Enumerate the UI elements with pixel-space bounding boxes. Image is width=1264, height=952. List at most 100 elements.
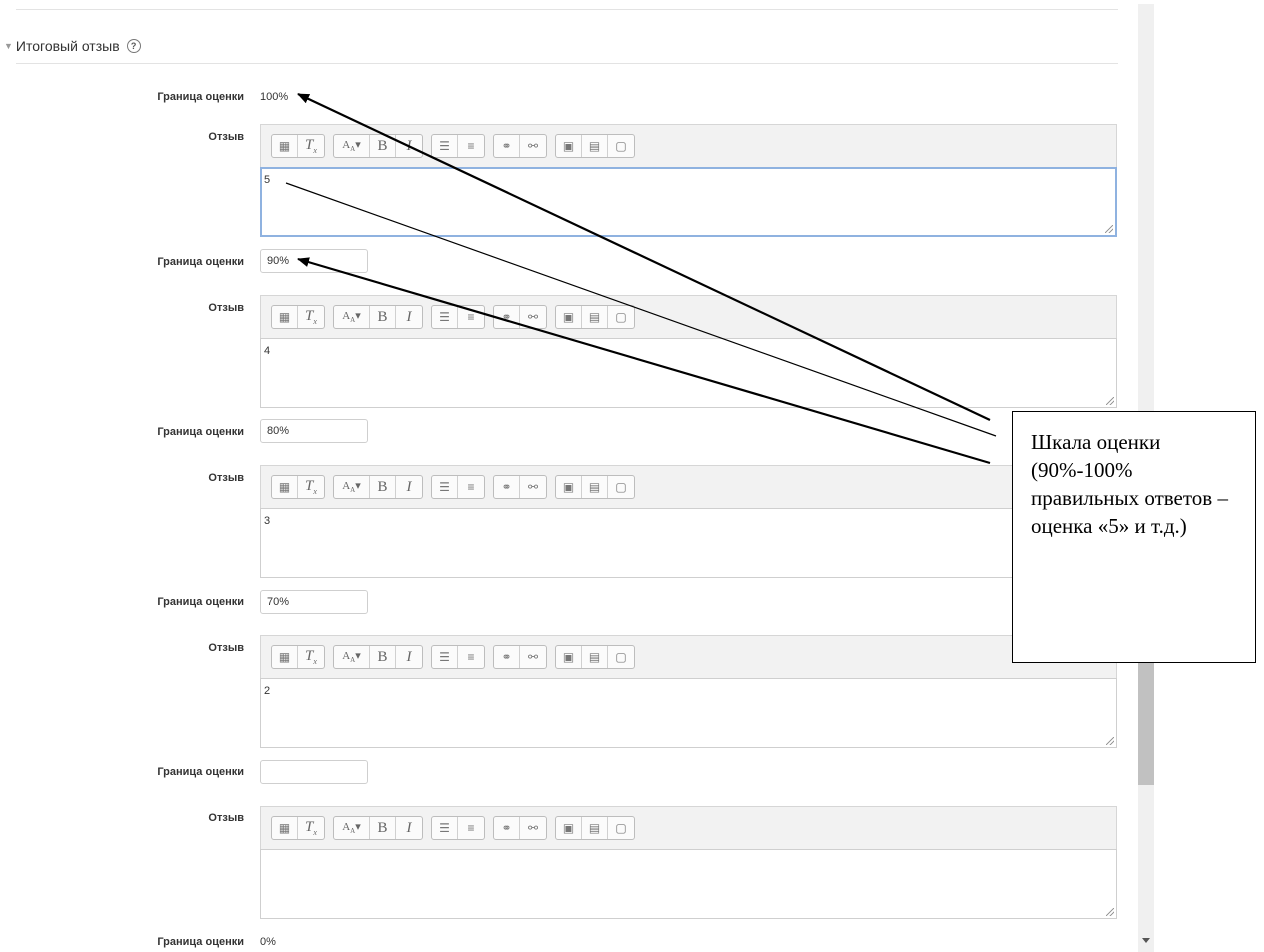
bold-icon[interactable]: B [370,306,396,328]
image-icon[interactable]: ▣ [556,646,582,668]
collapse-icon[interactable]: ▦ [272,646,298,668]
unordered-list-icon[interactable]: ☰ [432,646,458,668]
italic-icon[interactable]: I [396,135,422,157]
paste-icon[interactable]: ▢ [608,817,634,839]
ordered-list-icon[interactable]: ≡ [458,476,484,498]
editor-toolbar: ▦ Tx AA▾ B I ☰ ≡ ⚭ ⚯ ▣ ▤ ▢ [260,124,1117,168]
bold-icon[interactable]: B [370,476,396,498]
feedback-label: Отзыв [208,642,244,654]
bold-icon[interactable]: B [370,135,396,157]
image-icon[interactable]: ▣ [556,306,582,328]
clear-formatting-icon[interactable]: Tx [298,646,324,668]
unordered-list-icon[interactable]: ☰ [432,476,458,498]
boundary-label: Граница оценки [157,766,244,778]
bold-icon[interactable]: B [370,646,396,668]
font-style-icon[interactable]: AA▾ [334,306,370,328]
italic-icon[interactable]: I [396,476,422,498]
image-icon[interactable]: ▣ [556,135,582,157]
question-circle-icon[interactable]: ? [126,39,141,53]
feedback-editor-2: ▦ Tx AA▾ B I ☰ ≡ ⚭ ⚯ ▣ ▤ ▢ 4 [260,295,1117,408]
ordered-list-icon[interactable]: ≡ [458,646,484,668]
feedback-editor-3: ▦ Tx AA▾ B I ☰ ≡ ⚭ ⚯ ▣ ▤ ▢ 3 [260,465,1117,578]
link-icon[interactable]: ⚭ [494,135,520,157]
feedback-textarea[interactable]: 4 [260,338,1117,408]
paste-icon[interactable]: ▢ [608,476,634,498]
media-icon[interactable]: ▤ [582,135,608,157]
editor-toolbar: ▦ Tx AA▾ B I ☰ ≡ ⚭ ⚯ ▣ ▤ ▢ [260,635,1117,679]
font-style-icon[interactable]: AA▾ [334,817,370,839]
feedback-label: Отзыв [208,131,244,143]
unordered-list-icon[interactable]: ☰ [432,817,458,839]
clear-formatting-icon[interactable]: Tx [298,817,324,839]
clear-formatting-icon[interactable]: Tx [298,306,324,328]
media-icon[interactable]: ▤ [582,817,608,839]
feedback-textarea[interactable]: 5 [260,167,1117,237]
link-icon[interactable]: ⚭ [494,306,520,328]
feedback-editor-4: ▦ Tx AA▾ B I ☰ ≡ ⚭ ⚯ ▣ ▤ ▢ 2 [260,635,1117,748]
unlink-icon[interactable]: ⚯ [520,817,546,839]
boundary-input[interactable]: 80% [260,419,368,443]
unlink-icon[interactable]: ⚯ [520,306,546,328]
collapse-icon[interactable]: ▦ [272,817,298,839]
link-icon[interactable]: ⚭ [494,817,520,839]
resize-grip-icon[interactable] [1106,397,1114,405]
image-icon[interactable]: ▣ [556,476,582,498]
ordered-list-icon[interactable]: ≡ [458,306,484,328]
boundary-input[interactable]: 70% [260,590,368,614]
image-icon[interactable]: ▣ [556,817,582,839]
boundary-label: Граница оценки [157,91,244,103]
section-divider [16,63,1118,64]
feedback-label: Отзыв [208,302,244,314]
paste-icon[interactable]: ▢ [608,306,634,328]
clear-formatting-icon[interactable]: Tx [298,476,324,498]
section-header[interactable]: ▼ Итоговый отзыв ? [4,38,141,54]
font-style-icon[interactable]: AA▾ [334,476,370,498]
feedback-textarea[interactable]: 3 [260,508,1117,578]
collapse-icon[interactable]: ▦ [272,135,298,157]
scrollbar-thumb[interactable] [1138,655,1154,785]
editor-toolbar: ▦ Tx AA▾ B I ☰ ≡ ⚭ ⚯ ▣ ▤ ▢ [260,295,1117,339]
media-icon[interactable]: ▤ [582,476,608,498]
italic-icon[interactable]: I [396,306,422,328]
boundary-static-value: 0% [260,936,276,948]
scroll-down-arrow-icon[interactable] [1142,938,1150,943]
caret-down-icon[interactable]: ▼ [4,41,13,51]
boundary-label: Граница оценки [157,256,244,268]
annotation-callout: Шкала оценки (90%-100% правильных ответо… [1012,411,1256,663]
bold-icon[interactable]: B [370,817,396,839]
editor-toolbar: ▦ Tx AA▾ B I ☰ ≡ ⚭ ⚯ ▣ ▤ ▢ [260,806,1117,850]
unordered-list-icon[interactable]: ☰ [432,306,458,328]
italic-icon[interactable]: I [396,817,422,839]
media-icon[interactable]: ▤ [582,646,608,668]
link-icon[interactable]: ⚭ [494,476,520,498]
resize-grip-icon[interactable] [1105,225,1113,233]
italic-icon[interactable]: I [396,646,422,668]
font-style-icon[interactable]: AA▾ [334,646,370,668]
resize-grip-icon[interactable] [1106,908,1114,916]
paste-icon[interactable]: ▢ [608,646,634,668]
collapse-icon[interactable]: ▦ [272,306,298,328]
resize-grip-icon[interactable] [1106,737,1114,745]
clear-formatting-icon[interactable]: Tx [298,135,324,157]
boundary-static-value: 100% [260,91,289,103]
paste-icon[interactable]: ▢ [608,135,634,157]
unordered-list-icon[interactable]: ☰ [432,135,458,157]
boundary-input[interactable] [260,760,368,784]
feedback-textarea[interactable] [260,849,1117,919]
boundary-label: Граница оценки [157,596,244,608]
link-icon[interactable]: ⚭ [494,646,520,668]
unlink-icon[interactable]: ⚯ [520,476,546,498]
boundary-label: Граница оценки [157,426,244,438]
collapse-icon[interactable]: ▦ [272,476,298,498]
feedback-textarea[interactable]: 2 [260,678,1117,748]
boundary-input[interactable]: 90% [260,249,368,273]
boundary-label: Граница оценки [157,936,244,948]
ordered-list-icon[interactable]: ≡ [458,817,484,839]
font-style-icon[interactable]: AA▾ [334,135,370,157]
media-icon[interactable]: ▤ [582,306,608,328]
editor-toolbar: ▦ Tx AA▾ B I ☰ ≡ ⚭ ⚯ ▣ ▤ ▢ [260,465,1117,509]
unlink-icon[interactable]: ⚯ [520,646,546,668]
ordered-list-icon[interactable]: ≡ [458,135,484,157]
feedback-label: Отзыв [208,812,244,824]
unlink-icon[interactable]: ⚯ [520,135,546,157]
